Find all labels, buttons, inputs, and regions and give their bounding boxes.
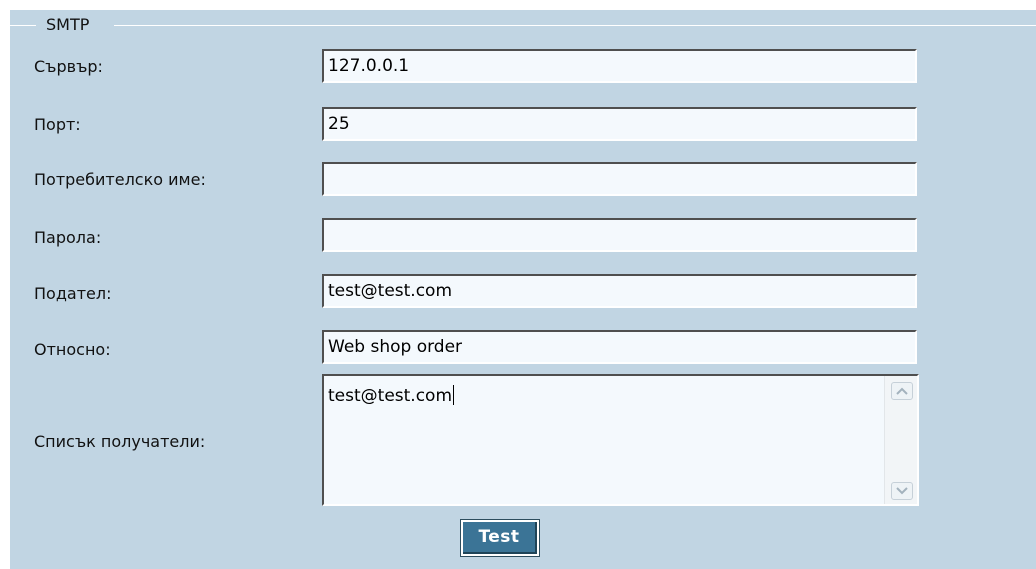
subject-label: Относно: bbox=[34, 340, 111, 359]
password-label: Парола: bbox=[34, 228, 102, 247]
scroll-down-button[interactable] bbox=[891, 482, 913, 500]
smtp-fieldset: SMTP Сървър: Порт: Потребителско име: Па… bbox=[10, 10, 1036, 569]
port-label: Порт: bbox=[34, 115, 81, 134]
recipients-text: test@test.com bbox=[328, 384, 455, 408]
sender-label: Подател: bbox=[34, 284, 112, 303]
server-input[interactable] bbox=[322, 49, 917, 83]
chevron-up-icon bbox=[896, 387, 908, 395]
textarea-scrollbar[interactable] bbox=[884, 376, 917, 504]
username-label: Потребителско име: bbox=[34, 170, 206, 189]
username-input[interactable] bbox=[322, 162, 917, 196]
fieldset-border-right bbox=[114, 25, 1036, 26]
recipients-label: Списък получатели: bbox=[34, 432, 206, 451]
fieldset-legend: SMTP bbox=[46, 15, 90, 34]
text-caret bbox=[453, 385, 455, 405]
test-button-label: Test bbox=[463, 522, 537, 554]
sender-input[interactable] bbox=[322, 274, 917, 308]
fieldset-border-left bbox=[10, 25, 36, 26]
test-button[interactable]: Test bbox=[460, 519, 540, 557]
scroll-up-button[interactable] bbox=[891, 382, 913, 400]
port-input[interactable] bbox=[322, 107, 917, 141]
recipients-value: test@test.com bbox=[328, 386, 453, 406]
chevron-down-icon bbox=[896, 487, 908, 495]
recipients-textarea[interactable]: test@test.com bbox=[322, 374, 919, 506]
subject-input[interactable] bbox=[322, 330, 917, 364]
password-input[interactable] bbox=[322, 218, 917, 252]
server-label: Сървър: bbox=[34, 57, 103, 76]
